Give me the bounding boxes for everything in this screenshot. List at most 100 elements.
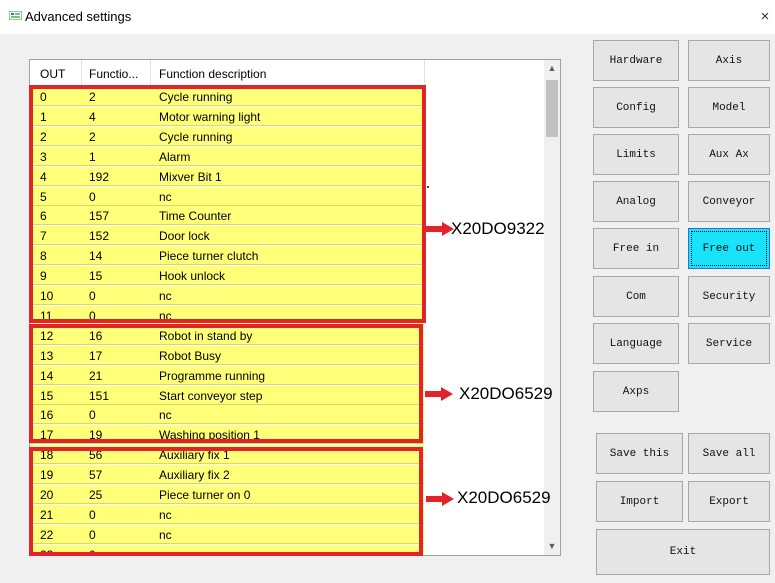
table-row[interactable]: 13 17 Robot Busy: [30, 346, 424, 365]
module-label: X20DO6529: [457, 488, 551, 507]
table-row[interactable]: 2 2 Cycle running: [30, 127, 424, 146]
import-button[interactable]: Import: [596, 481, 683, 522]
table-row[interactable]: 3 1 Alarm: [30, 147, 424, 166]
column-header-out[interactable]: OUT: [40, 67, 65, 81]
table-row[interactable]: 17 19 Washing position 1: [30, 425, 424, 444]
aux-ax-button[interactable]: Aux Ax: [688, 134, 770, 175]
table-row[interactable]: 14 21 Programme running: [30, 366, 424, 385]
cell-description: nc: [159, 309, 172, 323]
cell-function: 14: [89, 249, 103, 263]
column-header-function[interactable]: Functio...: [89, 67, 138, 81]
table-row[interactable]: 9 15 Hook unlock: [30, 266, 424, 285]
table-row[interactable]: 20 25 Piece turner on 0: [30, 485, 424, 504]
scroll-thumb[interactable]: [546, 80, 558, 137]
cell-description: Piece turner clutch: [159, 249, 259, 263]
cell-out: 23: [40, 548, 54, 556]
cell-function: 57: [89, 468, 103, 482]
table-row[interactable]: 23 0 nc: [30, 545, 424, 556]
arrow-icon: [425, 387, 453, 401]
cell-out: 5: [40, 190, 47, 204]
scroll-down-icon[interactable]: ▼: [544, 538, 560, 555]
scroll-up-icon[interactable]: ▲: [544, 60, 560, 77]
cell-function: 0: [89, 528, 96, 542]
free-in-button[interactable]: Free in: [593, 228, 679, 269]
cell-description: Cycle running: [159, 90, 233, 104]
table-row[interactable]: 6 157 Time Counter: [30, 206, 424, 225]
table-row[interactable]: 21 0 nc: [30, 505, 424, 524]
table-row[interactable]: 5 0 nc: [30, 187, 424, 206]
export-button[interactable]: Export: [688, 481, 770, 522]
cell-function: 19: [89, 428, 103, 442]
cell-function: 56: [89, 448, 103, 462]
cell-out: 17: [40, 428, 54, 442]
axps-button[interactable]: Axps: [593, 371, 679, 412]
save-this-button[interactable]: Save this: [596, 433, 683, 474]
table-row[interactable]: 16 0 nc: [30, 405, 424, 424]
column-divider[interactable]: [424, 60, 425, 87]
column-divider[interactable]: [81, 60, 82, 87]
cell-description: nc: [159, 508, 172, 522]
com-button[interactable]: Com: [593, 276, 679, 317]
cell-function: 1: [89, 150, 96, 164]
cell-description: Piece turner on 0: [159, 488, 251, 502]
table-row[interactable]: 18 56 Auxiliary fix 1: [30, 445, 424, 464]
table-row[interactable]: 8 14 Piece turner clutch: [30, 246, 424, 265]
cell-description: nc: [159, 408, 172, 422]
service-button[interactable]: Service: [688, 323, 770, 364]
cell-function: 15: [89, 269, 103, 283]
cell-out: 7: [40, 229, 47, 243]
cell-description: Hook unlock: [159, 269, 226, 283]
language-button[interactable]: Language: [593, 323, 679, 364]
table-row[interactable]: 19 57 Auxiliary fix 2: [30, 465, 424, 484]
table-row[interactable]: 1 4 Motor warning light: [30, 107, 424, 126]
table-row[interactable]: 0 2 Cycle running: [30, 87, 424, 106]
cell-function: 152: [89, 229, 110, 243]
close-icon[interactable]: ×: [758, 8, 772, 25]
cell-description: Alarm: [159, 150, 191, 164]
window-title: Advanced settings: [25, 9, 132, 24]
axis-button[interactable]: Axis: [688, 40, 770, 81]
cell-function: 4: [89, 110, 96, 124]
analog-button[interactable]: Analog: [593, 181, 679, 222]
free-out-button[interactable]: Free out: [688, 228, 770, 269]
cell-function: 21: [89, 369, 103, 383]
app-icon: [9, 11, 22, 20]
cell-description: Time Counter: [159, 209, 232, 223]
cell-function: 25: [89, 488, 103, 502]
arrow-icon: [426, 492, 454, 506]
limits-button[interactable]: Limits: [593, 134, 679, 175]
column-header-description[interactable]: Function description: [159, 67, 266, 81]
model-button[interactable]: Model: [688, 87, 770, 128]
table-row[interactable]: 4 192 Mixver Bit 1: [30, 167, 424, 186]
stray-dot: [427, 186, 429, 188]
vertical-scrollbar[interactable]: ▲ ▼: [544, 60, 560, 555]
table-row[interactable]: 10 0 nc: [30, 286, 424, 305]
table-row[interactable]: 22 0 nc: [30, 525, 424, 544]
cell-out: 9: [40, 269, 47, 283]
cell-description: Mixver Bit 1: [159, 170, 222, 184]
security-button[interactable]: Security: [688, 276, 770, 317]
cell-out: 4: [40, 170, 47, 184]
cell-description: nc: [159, 548, 172, 556]
column-divider[interactable]: [150, 60, 151, 87]
table-row[interactable]: 15 151 Start conveyor step: [30, 386, 424, 405]
cell-out: 3: [40, 150, 47, 164]
cell-function: 192: [89, 170, 110, 184]
table-row[interactable]: 12 16 Robot in stand by: [30, 326, 424, 345]
outputs-table[interactable]: OUT Functio... Function description 0 2 Cy…: [29, 59, 561, 556]
conveyor-button[interactable]: Conveyor: [688, 181, 770, 222]
cell-out: 8: [40, 249, 47, 263]
table-row[interactable]: 7 152 Door lock: [30, 226, 424, 245]
cell-out: 1: [40, 110, 47, 124]
save-all-button[interactable]: Save all: [688, 433, 770, 474]
cell-function: 2: [89, 90, 96, 104]
exit-button[interactable]: Exit: [596, 529, 770, 575]
cell-function: 16: [89, 329, 103, 343]
table-row[interactable]: 11 0 nc: [30, 306, 424, 325]
cell-function: 2: [89, 130, 96, 144]
cell-description: nc: [159, 289, 172, 303]
cell-out: 21: [40, 508, 54, 522]
hardware-button[interactable]: Hardware: [593, 40, 679, 81]
cell-out: 15: [40, 389, 54, 403]
config-button[interactable]: Config: [593, 87, 679, 128]
